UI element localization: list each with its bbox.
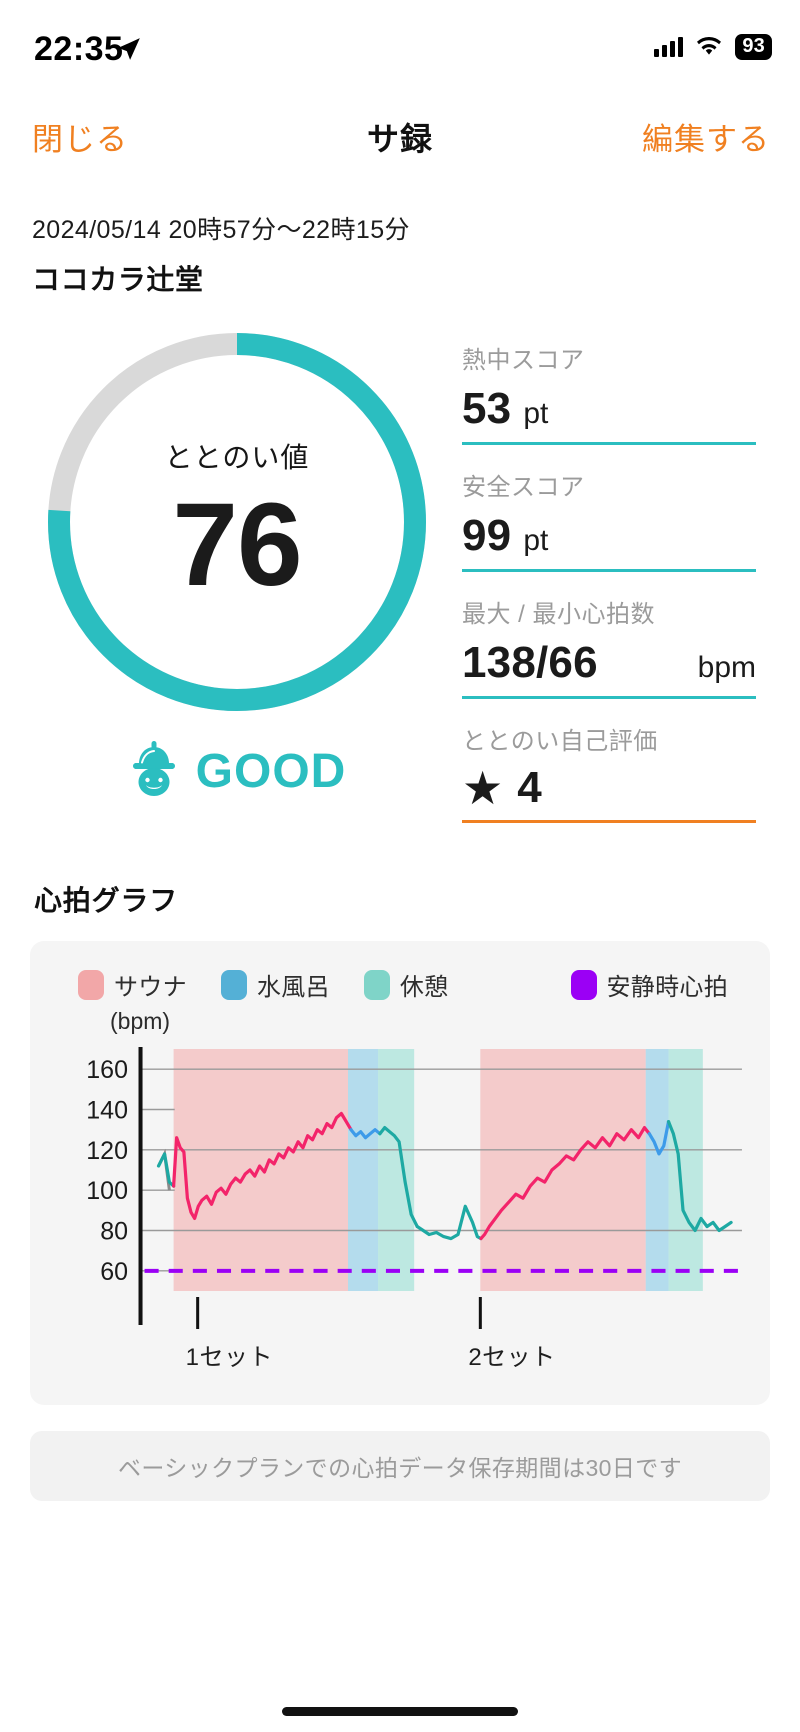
stat-underline [462, 442, 756, 445]
stat-underline [462, 569, 756, 572]
chart-legend: サウナ 水風呂 休憩 安静時心拍 [48, 967, 752, 1002]
stat-unit: bpm [697, 651, 756, 684]
chart-x-labels: 1セット 2セット [48, 1337, 752, 1383]
stat-value: 53 [462, 384, 512, 433]
legend-swatch [78, 969, 104, 1000]
legend-label: 休憩 [399, 974, 449, 1001]
stat-value: 99 [462, 511, 512, 560]
stat-self-rating: ととのい自己評価 ★ 4 [462, 721, 756, 823]
stat-value: 138/66 [462, 638, 598, 687]
svg-text:120: 120 [86, 1137, 128, 1165]
svg-text:160: 160 [86, 1056, 128, 1084]
session-header: 2024/05/14 20時57分〜22時15分 ココカラ辻堂 [0, 182, 800, 298]
svg-text:100: 100 [86, 1177, 128, 1205]
stat-label: 熱中スコア [462, 347, 585, 374]
status-time: 22:35 [34, 30, 124, 68]
status-bar: 22:35 93 [0, 0, 800, 96]
legend-item-sauna: サウナ [78, 967, 187, 1002]
sauna-hat-face-icon [128, 740, 180, 803]
legend-swatch [570, 969, 597, 1000]
svg-text:80: 80 [100, 1218, 128, 1246]
stat-label: 最大 / 最小心拍数 [462, 601, 656, 628]
legend-swatch [363, 969, 390, 1000]
plan-note: ベーシックプランでの心拍データ保存期間は30日です [30, 1431, 770, 1501]
totonoi-gauge: ととのい値 76 [41, 326, 433, 718]
stat-label: ととのい自己評価 [462, 728, 658, 755]
legend-item-resting-hr: 安静時心拍 [570, 967, 729, 1002]
legend-item-rest: 休憩 [363, 967, 449, 1002]
chart-y-unit: (bpm) [110, 1008, 171, 1034]
x-tick-label-set2: 2セット [468, 1344, 556, 1371]
stat-underline [462, 820, 756, 823]
stat-underline [462, 696, 756, 699]
edit-button[interactable]: 編集する [642, 114, 770, 159]
location-arrow-icon [116, 36, 142, 62]
stat-unit: pt [523, 524, 549, 557]
plot-axis-labels: 160 140 120 100 80 60 [86, 1056, 128, 1286]
verdict-badge: GOOD [22, 740, 452, 803]
session-place: ココカラ辻堂 [32, 264, 204, 295]
cellular-signal-icon [654, 37, 684, 57]
svg-text:60: 60 [100, 1258, 128, 1286]
summary-section: ととのい値 76 GOOD 熱中スコア 53 pt 安全スコア 99 pt 最大… [0, 326, 800, 845]
star-icon: ★ [462, 762, 504, 814]
gauge-label: ととのい値 [164, 442, 310, 474]
gauge-center: ととのい値 76 [41, 326, 433, 718]
legend-label: 安静時心拍 [606, 974, 728, 1001]
legend-swatch [220, 969, 247, 1000]
session-datetime: 2024/05/14 20時57分〜22時15分 [32, 216, 410, 244]
heart-rate-plot: 160 140 120 100 80 60 [48, 1035, 752, 1335]
svg-text:140: 140 [86, 1097, 128, 1125]
heart-rate-chart-card: サウナ 水風呂 休憩 安静時心拍 (bpm) 160 140 120 100 80 60 … [30, 941, 770, 1405]
battery-indicator: 93 [735, 34, 772, 60]
chart-section-title: 心拍グラフ [34, 885, 179, 916]
navigation-bar: 閉じる サ録 編集する [0, 96, 800, 182]
legend-label: サウナ [114, 974, 187, 1001]
stat-safety-score: 安全スコア 99 pt [462, 467, 756, 572]
home-indicator [282, 1707, 518, 1716]
verdict-label: GOOD [195, 745, 347, 798]
x-tick-label-set1: 1セット [185, 1344, 274, 1371]
status-indicators: 93 [654, 34, 772, 60]
wifi-icon [695, 36, 723, 57]
stats-list: 熱中スコア 53 pt 安全スコア 99 pt 最大 / 最小心拍数 138/6… [452, 326, 778, 845]
stat-label: 安全スコア [462, 474, 585, 501]
legend-item-mizuburo: 水風呂 [220, 967, 330, 1002]
gauge-value: 76 [172, 479, 302, 612]
stat-unit: pt [523, 397, 549, 430]
star-value: 4 [517, 763, 542, 812]
stat-heat-score: 熱中スコア 53 pt [462, 340, 756, 445]
stat-max-min-heart-rate: 最大 / 最小心拍数 138/66 bpm [462, 594, 756, 699]
gauge-column: ととのい値 76 GOOD [22, 326, 452, 845]
legend-label: 水風呂 [256, 974, 330, 1001]
